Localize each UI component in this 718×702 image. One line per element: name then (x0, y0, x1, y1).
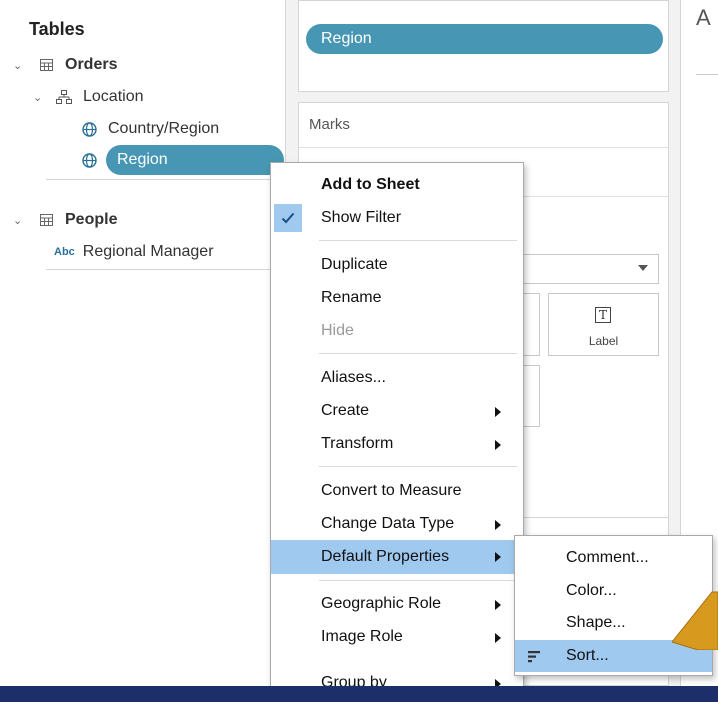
menu-item-transform[interactable]: Transform (271, 428, 523, 460)
menu-item-image-role[interactable]: Image Role (271, 621, 523, 653)
menu-item-label: Show Filter (321, 209, 402, 226)
submenu-arrow-icon (495, 679, 501, 686)
label-button-text: Label (588, 334, 619, 348)
tree-item-label: Regional Manager (82, 243, 214, 260)
tree-item-label: People (65, 211, 118, 228)
submenu-item-label: Sort... (566, 647, 609, 664)
submenu-arrow-icon (495, 633, 501, 643)
menu-item-show-filter[interactable]: Show Filter (271, 202, 523, 234)
data-pane: Tables ⌄ Orders ⌄ Location Country/Regio… (0, 0, 285, 686)
submenu-arrow-icon (495, 520, 501, 530)
menu-item-hide: Hide (321, 322, 354, 339)
menu-item-label: Geographic Role (321, 595, 442, 612)
menu-item-label: Change Data Type (321, 515, 455, 532)
sort-icon (528, 650, 542, 668)
menu-item-geographic-role[interactable]: Geographic Role (271, 588, 523, 620)
marks-title: Marks (309, 116, 350, 133)
menu-separator (319, 240, 517, 241)
table-icon (37, 211, 55, 229)
pointer-arrow-icon (672, 591, 718, 650)
menu-separator (319, 466, 517, 467)
menu-item-group-by[interactable]: Group by (271, 667, 523, 691)
tree-item-label: Country/Region (108, 120, 220, 137)
menu-item-convert-to-measure[interactable]: Convert to Measure (271, 475, 523, 507)
field-pill-region[interactable]: Region (106, 145, 284, 175)
menu-item-aliases[interactable]: Aliases... (271, 362, 523, 394)
menu-item-label: Default Properties (321, 548, 450, 565)
filter-pill-region[interactable]: Region (306, 24, 663, 54)
menu-item-default-properties[interactable]: Default Properties (271, 540, 523, 574)
label-button[interactable]: T Label (548, 293, 659, 356)
pane-title: Tables (29, 19, 85, 39)
divider (46, 269, 285, 270)
divider (696, 74, 718, 75)
text-label-icon: T (595, 307, 611, 323)
context-menu: Add to Sheet Show Filter Duplicate Renam… (270, 162, 524, 691)
mark-type-dropdown[interactable] (510, 254, 659, 284)
tree-item-location[interactable]: ⌄ Location (33, 83, 144, 111)
sheet-title: A (696, 5, 711, 30)
submenu-item-comment[interactable]: Comment... (515, 542, 712, 574)
divider (298, 147, 669, 148)
hierarchy-icon (55, 88, 73, 106)
globe-icon (80, 151, 98, 169)
string-type-icon: Abc (54, 246, 75, 258)
menu-item-create[interactable]: Create (271, 395, 523, 427)
tree-item-label: Location (83, 88, 144, 105)
submenu-arrow-icon (495, 552, 501, 562)
tree-item-regional-manager[interactable]: Abc Regional Manager (54, 238, 214, 266)
globe-icon (80, 120, 98, 138)
menu-item-rename[interactable]: Rename (271, 282, 523, 314)
chevron-down-icon[interactable]: ⌄ (33, 91, 47, 104)
submenu-arrow-icon (495, 440, 501, 450)
table-icon (37, 56, 55, 74)
menu-separator (319, 580, 517, 581)
chevron-down-icon[interactable]: ⌄ (13, 214, 27, 227)
menu-item-label: Create (321, 402, 370, 419)
menu-item-label: Image Role (321, 628, 403, 645)
tree-item-orders[interactable]: ⌄ Orders (13, 51, 117, 79)
divider (46, 179, 285, 180)
tree-item-country-region[interactable]: Country/Region (80, 115, 219, 143)
chevron-down-icon[interactable]: ⌄ (13, 59, 27, 72)
menu-item-label: Transform (321, 435, 394, 452)
chevron-down-icon (638, 265, 648, 271)
submenu-arrow-icon (495, 600, 501, 610)
tree-item-people[interactable]: ⌄ People (13, 206, 117, 234)
tree-item-label: Orders (65, 56, 118, 73)
menu-item-change-data-type[interactable]: Change Data Type (271, 508, 523, 540)
checkmark-icon (274, 204, 302, 232)
menu-item-duplicate[interactable]: Duplicate (271, 249, 523, 281)
tableau-workspace: Tables ⌄ Orders ⌄ Location Country/Regio… (0, 0, 718, 686)
menu-item-label: Group by (321, 674, 387, 691)
menu-item-add-to-sheet[interactable]: Add to Sheet (271, 169, 523, 201)
submenu-arrow-icon (495, 407, 501, 417)
menu-separator (319, 353, 517, 354)
